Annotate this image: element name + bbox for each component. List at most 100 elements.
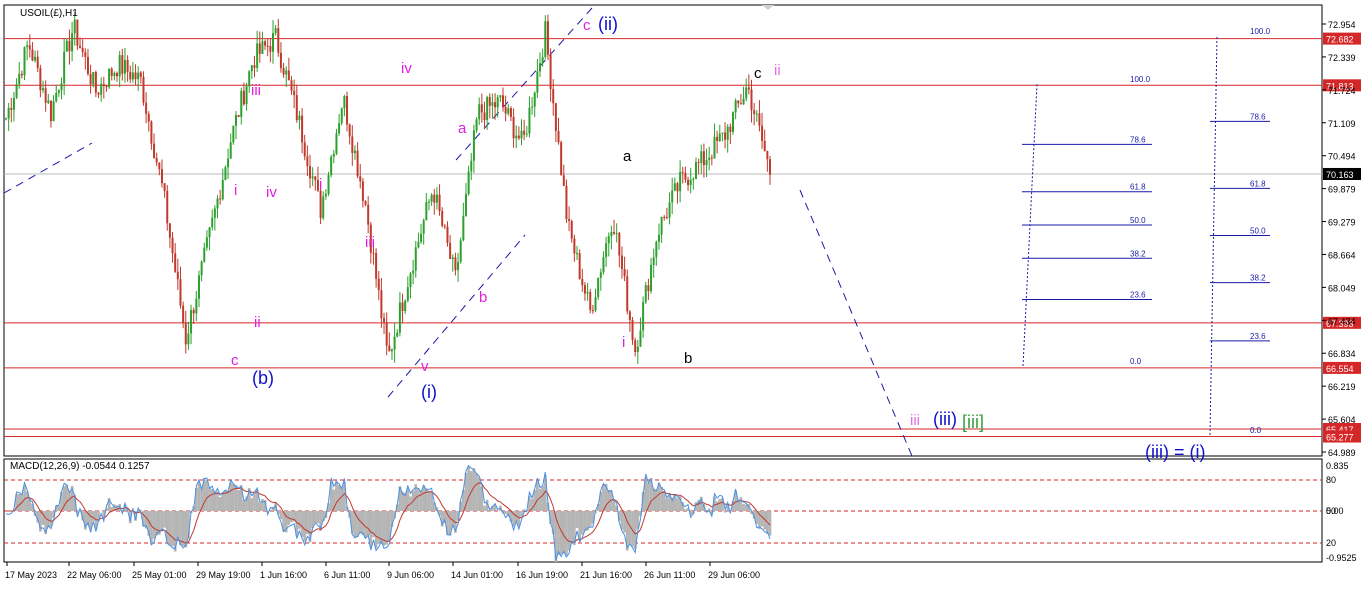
- candle-body: [332, 153, 335, 157]
- trend-line[interactable]: [387, 234, 526, 398]
- wave-label[interactable]: c: [231, 352, 239, 369]
- wave-label[interactable]: (iii): [933, 409, 957, 429]
- candle-body: [560, 142, 563, 176]
- candle-body: [309, 165, 312, 179]
- candle-body: [438, 194, 441, 212]
- time-label: 25 May 01:00: [132, 570, 187, 580]
- wave-label[interactable]: c: [583, 17, 591, 34]
- wave-label[interactable]: b: [684, 350, 692, 367]
- wave-label[interactable]: iii: [251, 82, 261, 99]
- price-tick-label: 66.219: [1328, 382, 1356, 392]
- wave-label[interactable]: ii: [254, 314, 261, 331]
- candle-body: [116, 72, 119, 77]
- candle-body: [517, 135, 520, 139]
- candle-body: [287, 70, 290, 81]
- wave-label[interactable]: (iii) = (i): [1145, 442, 1206, 462]
- candle-body: [73, 19, 76, 34]
- price-tick-label: 68.049: [1328, 283, 1356, 293]
- wave-label[interactable]: a: [623, 148, 632, 165]
- candle-body: [216, 198, 219, 209]
- wave-label[interactable]: i: [319, 176, 322, 193]
- candle-body: [631, 320, 634, 341]
- candle-body: [581, 279, 584, 286]
- candle-body: [570, 220, 573, 239]
- wave-label[interactable]: iv: [266, 184, 277, 201]
- candle-body: [266, 45, 269, 47]
- candle-body: [26, 45, 29, 48]
- wave-label[interactable]: i: [622, 334, 625, 351]
- candle-body: [94, 72, 97, 93]
- candle-body: [364, 201, 367, 205]
- candle-body: [761, 125, 764, 141]
- candle-body: [65, 40, 68, 52]
- chart-window[interactable]: 100.0 78.6 61.8 50.0 38.2 23.6 0.0 100.0 78.6 61.…: [0, 0, 1366, 588]
- candle-body: [272, 33, 275, 52]
- macd-axis-label: 80: [1326, 475, 1336, 485]
- fib-level-label: 38.2: [1250, 274, 1266, 283]
- macd-axis-label: 0.835: [1326, 461, 1349, 471]
- candle-body: [449, 242, 452, 259]
- candle-body: [425, 201, 428, 221]
- candle-body: [594, 297, 597, 311]
- time-label: 17 May 2023: [5, 570, 57, 580]
- candle-body: [203, 247, 206, 262]
- candle-body: [694, 162, 697, 179]
- candle-body: [446, 226, 449, 243]
- trend-line[interactable]: [3, 142, 93, 194]
- candle-body: [642, 302, 645, 331]
- fib-level-label: 0.0: [1250, 426, 1262, 435]
- candle-body: [459, 240, 462, 262]
- candle-body: [443, 225, 446, 227]
- wave-label[interactable]: iii: [365, 234, 375, 251]
- wave-label[interactable]: ii: [774, 62, 781, 79]
- candle-body: [390, 349, 393, 352]
- candle-body: [404, 300, 407, 312]
- candle-body: [507, 108, 510, 114]
- candle-body: [184, 322, 187, 345]
- candle-body: [613, 232, 616, 234]
- wave-label[interactable]: v: [421, 358, 429, 375]
- wave-label[interactable]: iv: [401, 60, 412, 77]
- candle-body: [256, 43, 259, 68]
- candle-body: [676, 183, 679, 192]
- candle-body: [501, 95, 504, 108]
- macd-axis-label: -0.9525: [1326, 553, 1357, 563]
- candle-body: [274, 28, 277, 34]
- wave-label[interactable]: (b): [252, 368, 274, 388]
- candle-body: [182, 305, 185, 323]
- wave-label[interactable]: c: [754, 65, 762, 82]
- candle-body: [607, 236, 610, 244]
- candle-body: [583, 285, 586, 294]
- candle-body: [359, 176, 362, 182]
- wave-label[interactable]: [iii]: [962, 412, 984, 432]
- candle-body: [126, 59, 129, 72]
- candle-body: [671, 190, 674, 203]
- candle-body: [591, 310, 594, 312]
- candle-body: [586, 292, 589, 294]
- candle-body: [657, 234, 660, 242]
- candle-body: [451, 257, 454, 259]
- candle-body: [412, 270, 415, 274]
- candle-body: [766, 151, 769, 160]
- candle-body: [232, 125, 235, 143]
- wave-label[interactable]: iii: [910, 412, 920, 429]
- candle-body: [245, 86, 248, 105]
- scroll-marker-icon[interactable]: [762, 5, 774, 10]
- candle-body: [279, 52, 282, 69]
- candle-body: [110, 68, 113, 77]
- candle-body: [673, 183, 676, 191]
- candle-body: [393, 336, 396, 350]
- candle-body: [166, 191, 169, 224]
- candle-body: [160, 169, 163, 184]
- wave-label[interactable]: i: [234, 182, 237, 199]
- candle-body: [129, 71, 132, 80]
- candle-body: [52, 101, 55, 122]
- wave-label[interactable]: (i): [421, 382, 437, 402]
- wave-label[interactable]: a: [458, 120, 467, 137]
- candle-body: [398, 302, 401, 333]
- wave-label[interactable]: (ii): [598, 14, 618, 34]
- candle-body: [435, 194, 438, 203]
- candle-body: [483, 112, 486, 120]
- wave-label[interactable]: b: [479, 289, 487, 306]
- price-panel-frame: [3, 4, 1323, 457]
